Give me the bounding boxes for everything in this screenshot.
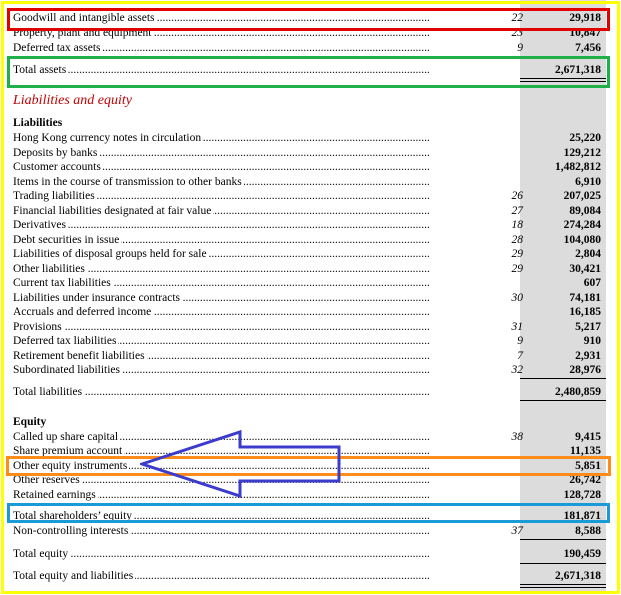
yellow-frame [1, 1, 620, 594]
balance-sheet-page: ........................................… [0, 0, 621, 595]
